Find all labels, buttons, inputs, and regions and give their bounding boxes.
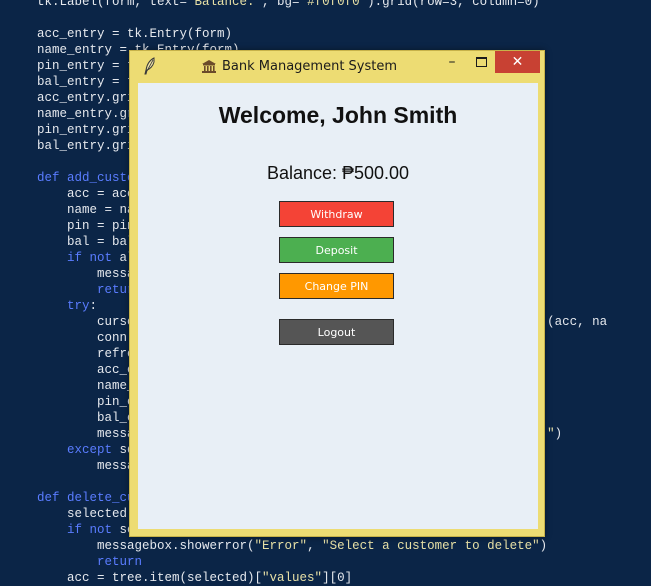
- code-token: ): [539, 539, 548, 553]
- code-token: def: [37, 491, 68, 505]
- code-token: acc_entry = tk.Entry(form): [37, 27, 233, 41]
- dashboard-panel: Welcome, John Smith Balance: ₱500.00 Wit…: [138, 83, 538, 529]
- deposit-button[interactable]: Deposit: [279, 237, 394, 263]
- code-token: :: [89, 299, 98, 313]
- code-line: return: [37, 282, 142, 298]
- code-token: def: [37, 171, 68, 185]
- code-token: acc = tree.item(selected)[: [37, 571, 263, 585]
- code-line: return: [37, 554, 142, 570]
- code-line: messagebox.showerror("Error", "Select a …: [37, 538, 547, 554]
- code-token: "Error": [254, 539, 308, 553]
- balance-label: Balance: ₱500.00: [266, 163, 410, 183]
- code-line: acc = tree.item(selected)["values"][0]: [37, 570, 352, 586]
- code-line: tk.Label(form, text="Balance:", bg="#f0f…: [37, 0, 540, 10]
- close-icon: ✕: [511, 54, 524, 70]
- window-titlebar[interactable]: Bank Management System – ✕: [130, 51, 546, 83]
- maximize-button[interactable]: [470, 51, 492, 73]
- code-token: ][0]: [322, 571, 353, 585]
- code-token: ).grid(row=3, column=0): [367, 0, 540, 9]
- code-token: "#f0f0f0": [299, 0, 368, 9]
- code-token: "Select a customer to delete": [322, 539, 540, 553]
- code-line: try:: [37, 298, 97, 314]
- code-token: "values": [262, 571, 323, 585]
- welcome-heading: Welcome, John Smith: [218, 102, 458, 128]
- change-pin-button[interactable]: Change PIN: [279, 273, 394, 299]
- close-button[interactable]: ✕: [495, 51, 540, 73]
- code-token: if not: [67, 251, 120, 265]
- code-token: , bg=: [262, 0, 300, 9]
- bank-icon: [202, 60, 216, 73]
- window-title-text: Bank Management System: [222, 59, 398, 74]
- bank-management-window: Bank Management System – ✕ Welcome, John…: [129, 50, 545, 537]
- code-token: return: [97, 555, 143, 569]
- code-line: acc_entry = tk.Entry(form): [37, 26, 232, 42]
- code-token: "Balance:": [187, 0, 263, 9]
- code-token: if not: [67, 523, 120, 537]
- minimize-icon: –: [448, 54, 456, 70]
- maximize-icon: [475, 57, 487, 67]
- code-token: tk.Label(form, text=: [37, 0, 188, 9]
- withdraw-button[interactable]: Withdraw: [279, 201, 394, 227]
- code-token: except: [67, 443, 120, 457]
- code-token: ): [554, 427, 563, 441]
- code-token: try: [67, 299, 90, 313]
- logout-button[interactable]: Logout: [279, 319, 394, 345]
- window-title: Bank Management System: [202, 59, 397, 74]
- minimize-button[interactable]: –: [441, 51, 463, 73]
- code-token: ,: [307, 539, 323, 553]
- code-token: messagebox.showerror(: [37, 539, 255, 553]
- tk-feather-icon: [144, 57, 155, 75]
